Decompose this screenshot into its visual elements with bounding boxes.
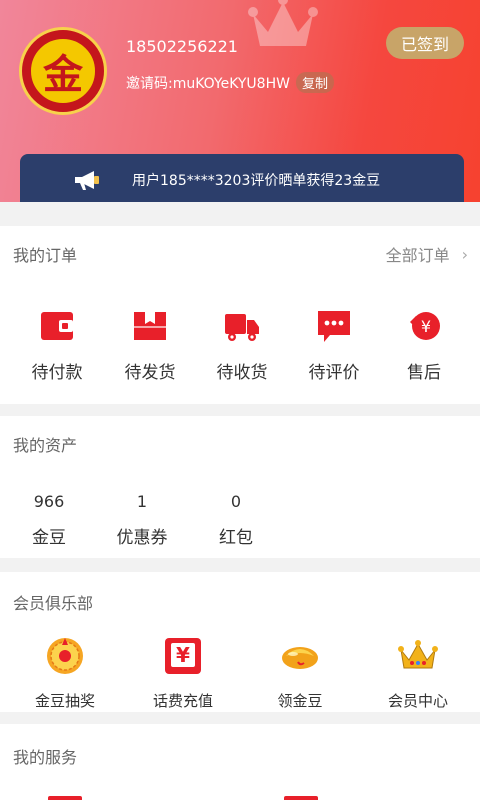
crown-watermark-icon	[248, 0, 318, 46]
order-label: 待收货	[216, 363, 268, 383]
asset-value: 966	[33, 492, 65, 511]
megaphone-icon	[75, 171, 99, 190]
divider	[0, 202, 480, 214]
order-pending-payment[interactable]: 待付款	[12, 308, 102, 383]
service-icon-partial[interactable]	[284, 796, 318, 800]
package-icon	[134, 312, 166, 340]
copy-button[interactable]: 复制	[295, 72, 334, 93]
order-label: 待发货	[124, 363, 176, 383]
orders-section: 我的订单 全部订单 › 待付款 待发货 待收货 待评价 ¥ 售后	[0, 226, 480, 404]
all-orders-label: 全部订单	[385, 246, 450, 265]
service-icon-partial[interactable]	[48, 796, 82, 800]
order-pending-shipment[interactable]: 待发货	[105, 308, 195, 383]
asset-label: 优惠券	[116, 528, 168, 548]
orders-title: 我的订单	[13, 246, 78, 265]
club-label: 领金豆	[277, 692, 323, 710]
gold-bean-icon	[282, 647, 318, 669]
signin-button[interactable]: 已签到	[386, 27, 464, 59]
asset-coupons[interactable]: 1 优惠券	[107, 492, 177, 548]
order-label: 售后	[407, 363, 441, 383]
user-phone: 18502256221	[126, 37, 238, 56]
club-member-center[interactable]: 会员中心	[363, 636, 473, 711]
asset-gold-beans[interactable]: 966 金豆	[14, 492, 84, 548]
asset-label: 金豆	[32, 528, 66, 548]
order-label: 待付款	[31, 363, 83, 383]
club-label: 金豆抽奖	[34, 692, 95, 710]
refund-icon: ¥	[410, 312, 440, 340]
asset-value: 0	[230, 492, 242, 511]
order-after-sales[interactable]: ¥ 售后	[379, 308, 469, 383]
asset-value: 1	[136, 492, 148, 511]
club-title: 会员俱乐部	[13, 594, 94, 613]
club-label: 会员中心	[387, 692, 448, 710]
order-label: 待评价	[308, 363, 360, 383]
invite-code: 邀请码:muKOYeKYU8HW	[126, 75, 290, 92]
svg-text:¥: ¥	[176, 643, 190, 667]
assets-title: 我的资产	[13, 436, 78, 455]
member-club-section: 会员俱乐部 金豆抽奖 ¥ 话费充值 领金豆 会员中心	[0, 572, 480, 712]
notice-text: 用户185****3203评价晒单获得23金豆	[132, 173, 381, 189]
order-pending-receipt[interactable]: 待收货	[197, 308, 287, 383]
crown-icon	[398, 640, 438, 669]
profile-header: 金 18502256221 邀请码:muKOYeKYU8HW 复制 已签到 用户…	[0, 0, 480, 210]
all-orders-link[interactable]: 全部订单 ›	[386, 242, 468, 266]
invite-code-row: 邀请码:muKOYeKYU8HW 复制	[126, 72, 334, 93]
asset-red-packets[interactable]: 0 红包	[201, 492, 271, 548]
wallet-icon	[41, 312, 73, 340]
assets-section: 我的资产 966 金豆 1 优惠券 0 红包	[0, 416, 480, 558]
services-title: 我的服务	[13, 748, 78, 767]
club-get-beans[interactable]: 领金豆	[245, 636, 355, 711]
lottery-wheel-icon	[47, 638, 83, 674]
svg-text:¥: ¥	[421, 317, 431, 336]
asset-label: 红包	[219, 528, 253, 548]
comment-icon	[318, 311, 350, 342]
club-lottery[interactable]: 金豆抽奖	[10, 636, 120, 711]
club-recharge[interactable]: ¥ 话费充值	[128, 636, 238, 711]
club-label: 话费充值	[152, 692, 213, 710]
avatar[interactable]: 金	[19, 27, 107, 115]
notice-bar[interactable]: 用户185****3203评价晒单获得23金豆	[20, 154, 464, 206]
chevron-right-icon: ›	[461, 244, 468, 264]
phone-recharge-icon: ¥	[165, 638, 201, 674]
order-pending-review[interactable]: 待评价	[289, 308, 379, 383]
truck-icon	[225, 314, 259, 341]
avatar-logo: 金	[28, 36, 98, 106]
services-section: 我的服务	[0, 724, 480, 800]
